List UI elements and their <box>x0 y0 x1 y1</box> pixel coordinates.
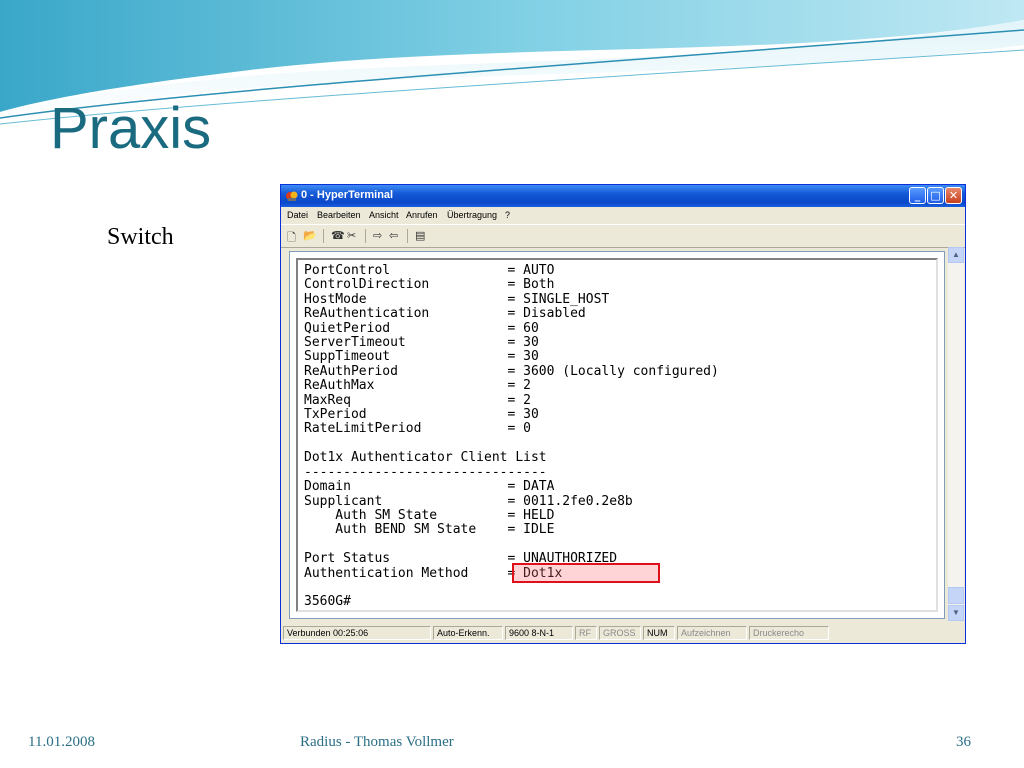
menu-ansicht[interactable]: Ansicht <box>369 210 399 220</box>
send-icon[interactable]: ⇨ <box>373 229 382 242</box>
terminal-screen[interactable]: PortControl = AUTO ControlDirection = Bo… <box>296 258 938 612</box>
menu-uebertragung[interactable]: Übertragung <box>447 210 497 220</box>
status-print: Druckerecho <box>749 626 829 640</box>
status-num: NUM <box>643 626 675 640</box>
menu-datei[interactable]: Datei <box>287 210 308 220</box>
menu-anrufen[interactable]: Anrufen <box>406 210 438 220</box>
status-capture: Aufzeichnen <box>677 626 747 640</box>
terminal-line: MaxReq = 2 <box>304 392 531 408</box>
menu-bar: Datei Bearbeiten Ansicht Anrufen Übertra… <box>281 207 965 224</box>
window-title: 0 - HyperTerminal <box>301 189 394 201</box>
terminal-line: RateLimitPeriod = 0 <box>304 421 531 437</box>
properties-icon[interactable]: ▤ <box>415 229 425 242</box>
terminal-line: ReAuthentication = Disabled <box>304 306 586 322</box>
maximize-button[interactable]: □ <box>927 187 944 204</box>
footer-date: 11.01.2008 <box>28 734 95 750</box>
terminal-line: Dot1x Authenticator Client List <box>304 450 547 466</box>
open-icon[interactable]: 📂 <box>303 229 317 242</box>
call-icon[interactable]: ☎ <box>331 229 345 242</box>
slide-title: Praxis <box>50 96 212 161</box>
disconnect-icon[interactable]: ✂ <box>347 229 356 242</box>
terminal-line: Domain = DATA <box>304 479 555 495</box>
new-icon[interactable]: 🗋 <box>287 229 296 248</box>
receive-icon[interactable]: ⇦ <box>389 229 398 242</box>
terminal-line: ControlDirection = Both <box>304 277 555 293</box>
window-titlebar[interactable]: 0 - HyperTerminal _ □ ✕ <box>281 185 965 207</box>
menu-bearbeiten[interactable]: Bearbeiten <box>317 210 361 220</box>
status-connected: Verbunden 00:25:06 <box>283 626 431 640</box>
terminal-line: Supplicant = 0011.2fe0.2e8b <box>304 493 633 509</box>
footer-author: Radius - Thomas Vollmer <box>300 734 454 750</box>
hyperterminal-icon <box>286 191 298 201</box>
vertical-scrollbar[interactable]: ▲ ▼ <box>948 247 964 621</box>
terminal-output: PortControl = AUTO ControlDirection = Bo… <box>304 263 719 610</box>
terminal-line: ReAuthPeriod = 3600 (Locally configured) <box>304 363 719 379</box>
scroll-up-button[interactable]: ▲ <box>948 247 964 263</box>
terminal-line: Auth BEND SM State = IDLE <box>304 522 555 538</box>
footer-page-number: 36 <box>956 734 971 750</box>
close-button[interactable]: ✕ <box>945 187 962 204</box>
terminal-line: 3560G# <box>304 594 351 610</box>
scroll-down-button[interactable]: ▼ <box>948 605 964 621</box>
toolbar-separator <box>323 229 324 243</box>
scroll-thumb[interactable] <box>948 587 964 604</box>
supplicant-highlight-box <box>512 563 660 583</box>
terminal-line: ------------------------------- <box>304 464 547 480</box>
terminal-line: ReAuthMax = 2 <box>304 378 531 394</box>
terminal-line: PortControl = AUTO <box>304 263 555 278</box>
terminal-line: TxPeriod = 30 <box>304 407 539 423</box>
minimize-button[interactable]: _ <box>909 187 926 204</box>
status-bar: Verbunden 00:25:06 Auto-Erkenn. 9600 8-N… <box>281 624 965 643</box>
terminal-line: Auth SM State = HELD <box>304 507 555 523</box>
terminal-line: QuietPeriod = 60 <box>304 320 539 336</box>
status-caps: GROSS <box>599 626 641 640</box>
status-scroll: RF <box>575 626 597 640</box>
toolbar-separator <box>365 229 366 243</box>
terminal-line: ServerTimeout = 30 <box>304 335 539 351</box>
slide-subtitle: Switch <box>107 224 174 250</box>
toolbar: 🗋 📂 ☎ ✂ ⇨ ⇦ ▤ <box>281 224 965 248</box>
menu-help[interactable]: ? <box>505 210 510 220</box>
status-settings: 9600 8-N-1 <box>505 626 573 640</box>
terminal-line: HostMode = SINGLE_HOST <box>304 291 610 307</box>
terminal-line: SuppTimeout = 30 <box>304 349 539 365</box>
status-detect: Auto-Erkenn. <box>433 626 503 640</box>
hyperterminal-window: 0 - HyperTerminal _ □ ✕ Datei Bearbeiten… <box>280 184 966 644</box>
terminal-frame: PortControl = AUTO ControlDirection = Bo… <box>289 251 945 619</box>
toolbar-separator <box>407 229 408 243</box>
